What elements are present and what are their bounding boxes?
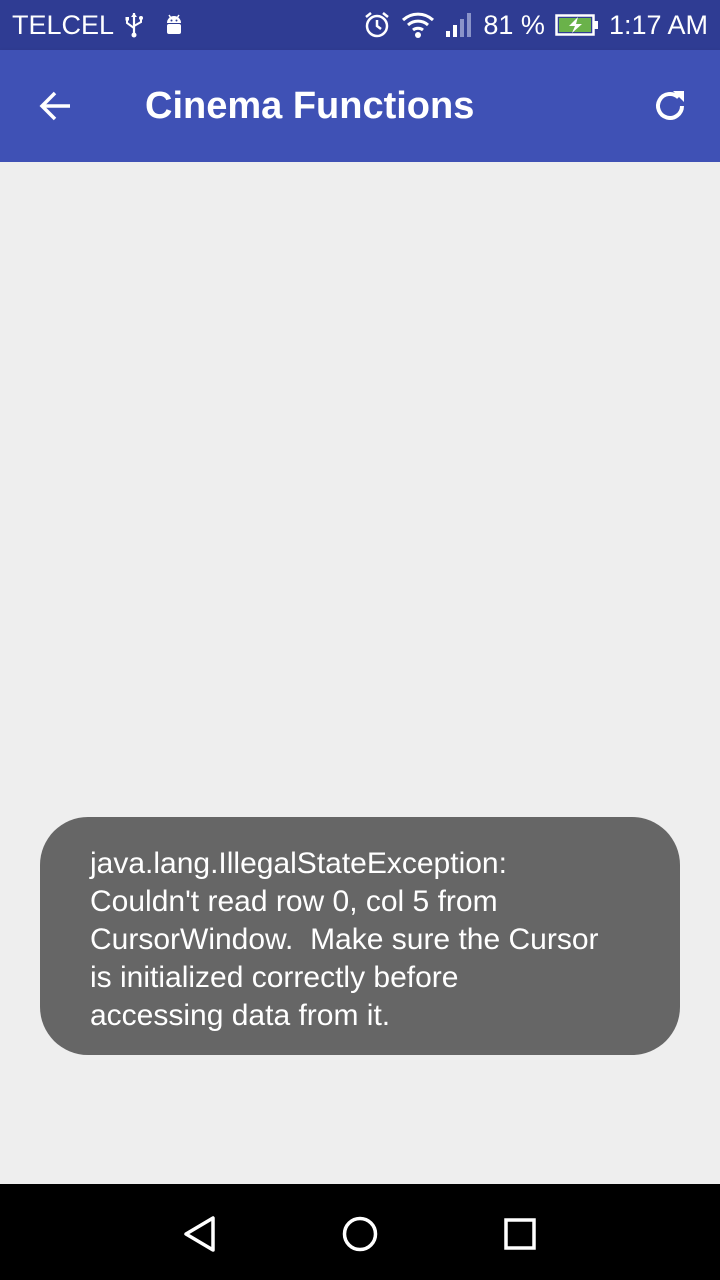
toast-line: accessing data from it. — [90, 999, 391, 1032]
nav-recents-button[interactable] — [490, 1204, 550, 1264]
usb-icon — [124, 12, 144, 38]
toast-line: is initialized correctly before — [90, 961, 459, 994]
back-button[interactable] — [26, 76, 86, 136]
navigation-bar — [0, 1184, 720, 1280]
toast-line: CursorWindow. Make sure the Cursor — [90, 923, 599, 956]
nav-recents-icon — [504, 1218, 536, 1250]
nav-back-icon — [184, 1216, 215, 1252]
battery-charging-icon — [555, 13, 599, 37]
nav-home-button[interactable] — [330, 1204, 390, 1264]
status-right: 81 % 1:17 AM — [353, 10, 708, 41]
error-toast: java.lang.IllegalStateException: Couldn'… — [40, 817, 680, 1055]
carrier-name: TELCEL — [12, 9, 115, 40]
app-bar: Cinema Functions — [0, 50, 720, 162]
refresh-button[interactable] — [640, 76, 700, 136]
arrow-back-icon — [39, 91, 70, 121]
status-time: 1:17 AM — [608, 9, 708, 40]
signal-icon — [445, 12, 473, 38]
page-title: Cinema Functions — [145, 85, 475, 127]
nav-home-icon — [342, 1216, 378, 1252]
nav-back-button[interactable] — [170, 1204, 230, 1264]
wifi-icon — [401, 11, 435, 39]
android-debug-icon — [164, 13, 184, 37]
refresh-icon — [656, 91, 684, 120]
battery-percent: 81 % — [483, 9, 545, 40]
alarm-icon — [363, 11, 391, 39]
toast-line: Couldn't read row 0, col 5 from — [90, 885, 498, 918]
status-left: TELCEL — [12, 10, 184, 41]
status-bar: TELCEL 81 % 1:17 AM — [0, 0, 720, 50]
toast-line: java.lang.IllegalStateException: — [90, 847, 507, 880]
